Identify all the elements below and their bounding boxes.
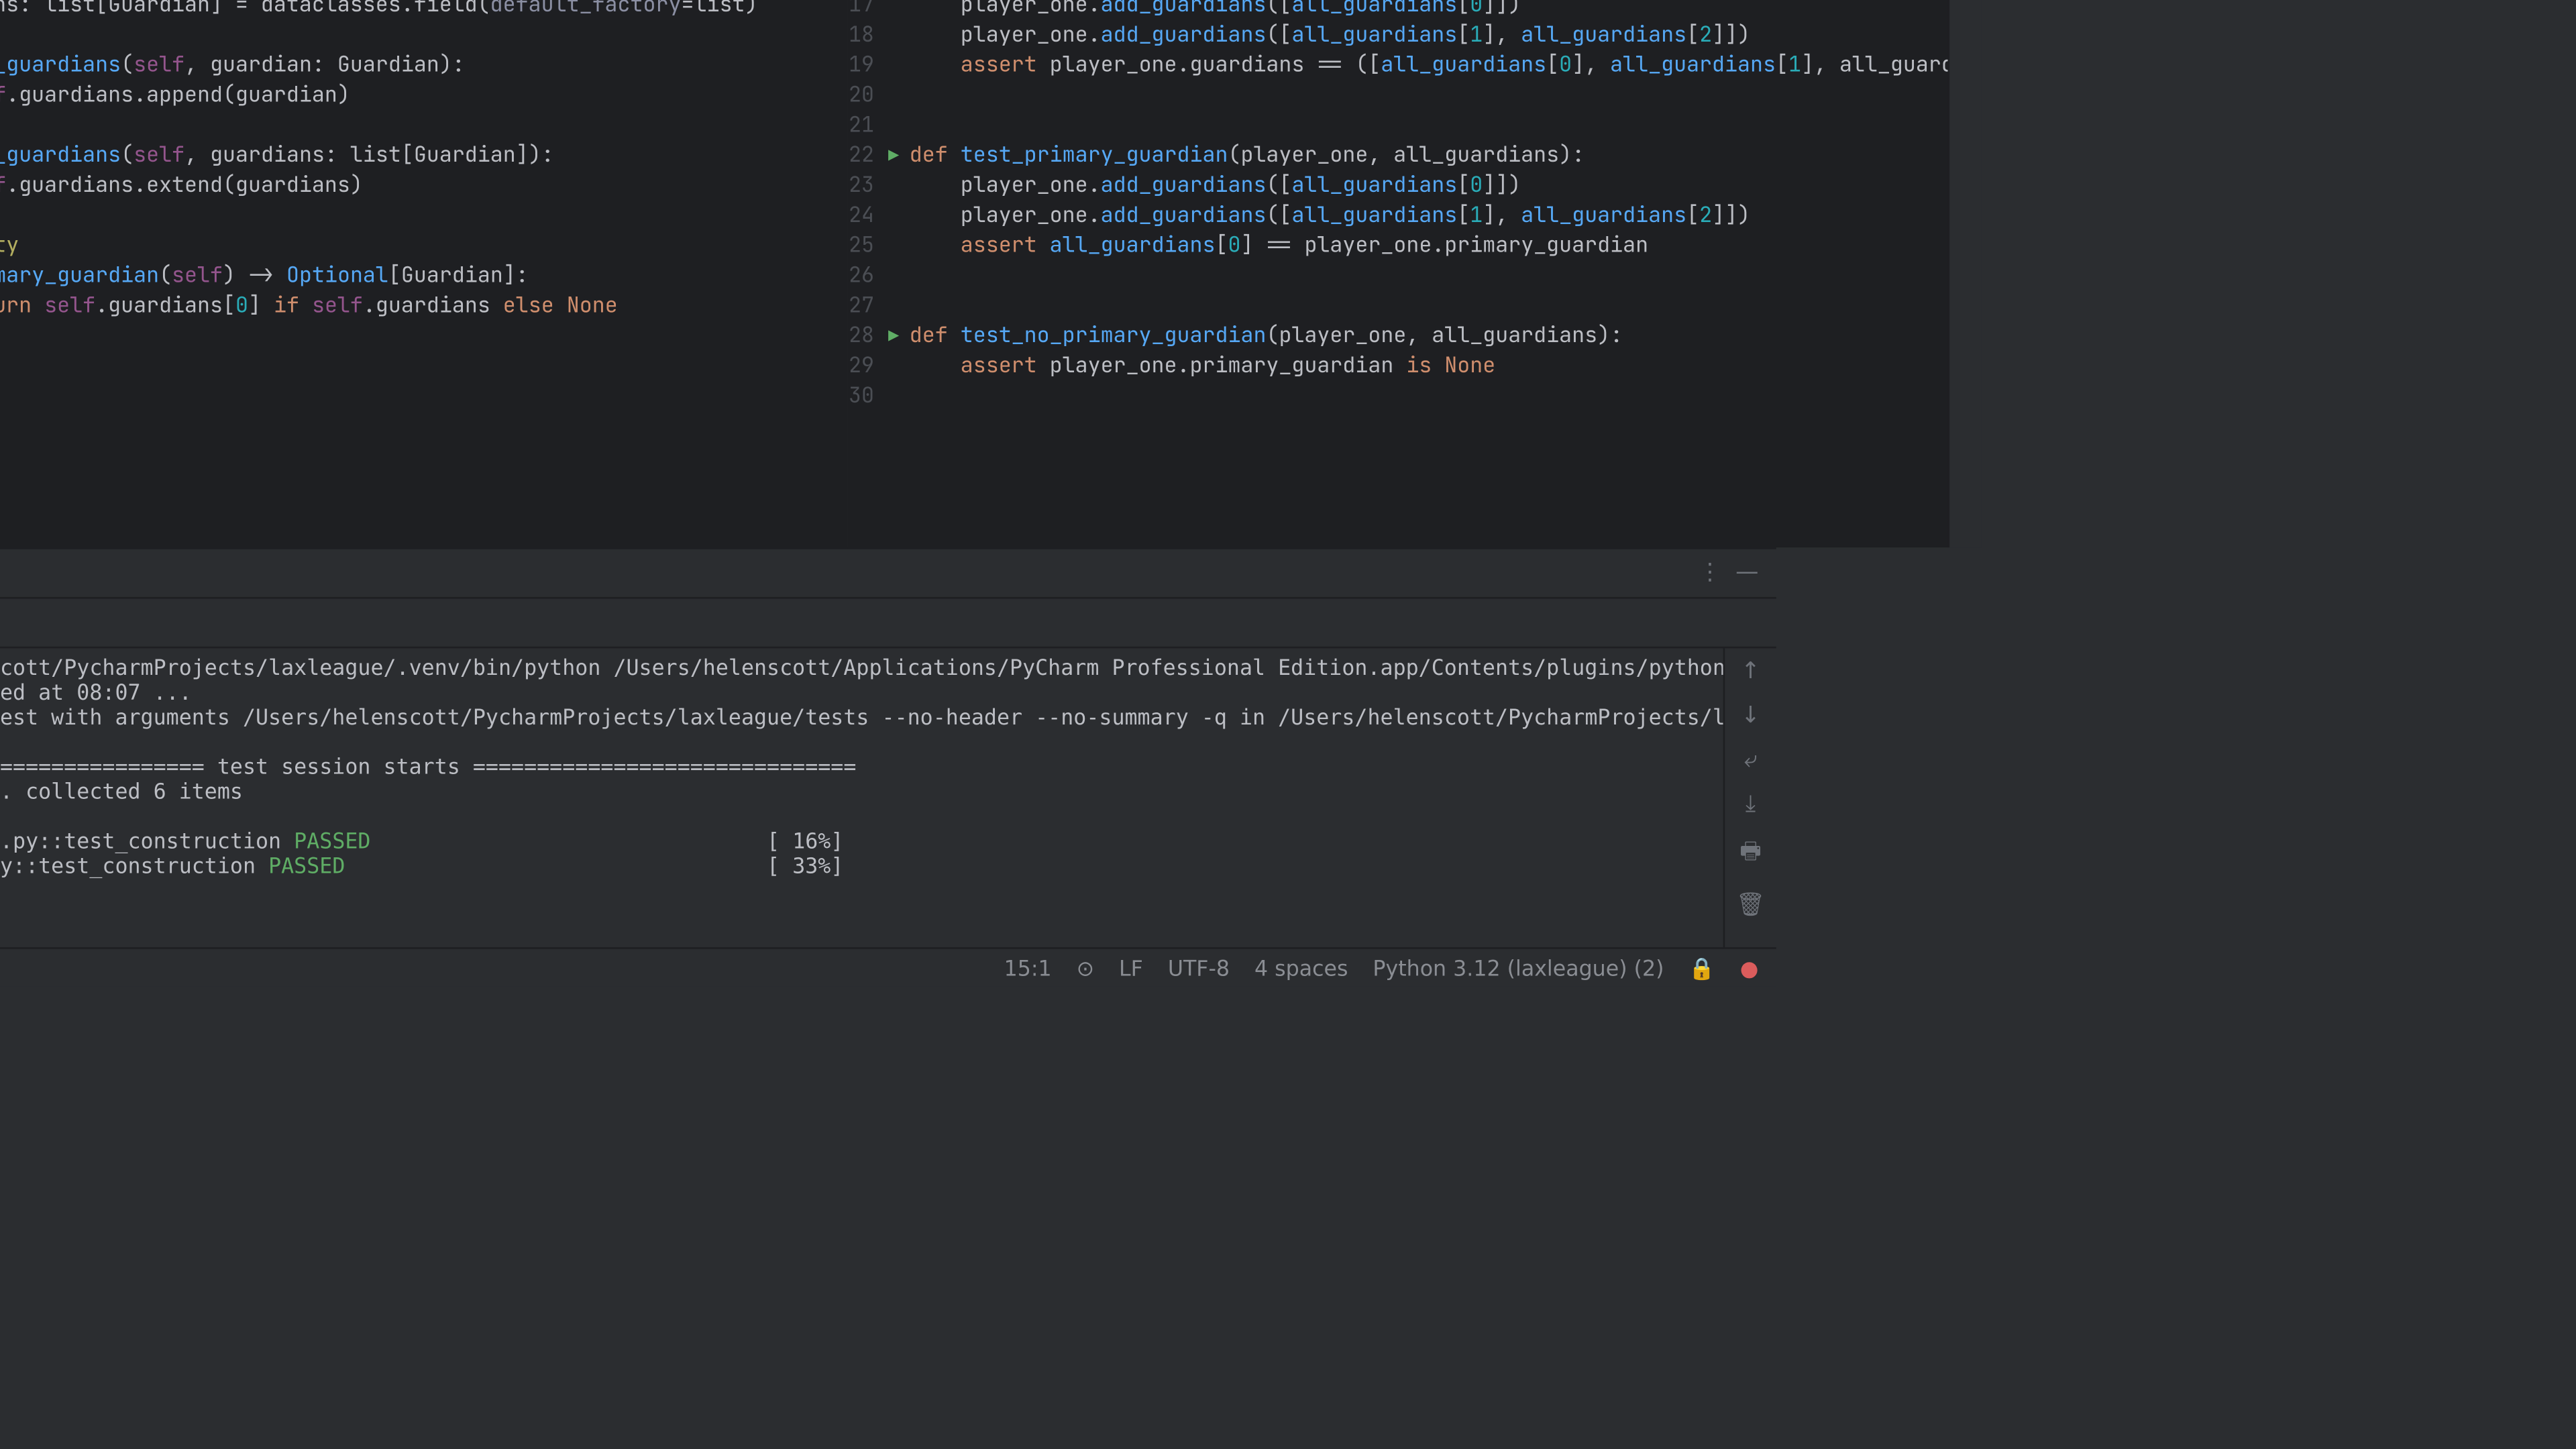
line-ending-icon[interactable]: ⊙ xyxy=(1077,955,1095,980)
up-icon[interactable]: ↑ xyxy=(1741,659,1760,686)
code-editor[interactable]: def test_construction(player_one): asser… xyxy=(899,0,1948,547)
caret-position[interactable]: 15:1 xyxy=(1004,955,1052,980)
encoding[interactable]: UTF-8 xyxy=(1168,955,1230,980)
console-output[interactable]: /Users/helenscott/PycharmProjects/laxlea… xyxy=(0,648,1723,947)
soft-wrap-icon[interactable]: ⤶ xyxy=(1744,747,1757,774)
indent[interactable]: 4 spaces xyxy=(1254,955,1348,980)
print-icon[interactable]: 🖶 xyxy=(1739,836,1761,875)
editor-right: ●test_player.py× ●conftest.py ●test_guar… xyxy=(849,0,1948,547)
right-tool-rail xyxy=(1948,0,1982,547)
run-tool-window: Run pytest in tests ⋮ — ▶ ↻ ■ ☰ ⎚ ✓ ⊘ ↕ … xyxy=(0,547,1776,947)
status-bar: ▢ laxleague› tests› ●test_player.py 15:1… xyxy=(0,947,1776,986)
error-badge[interactable]: ● xyxy=(1740,955,1759,980)
line-ending[interactable]: LF xyxy=(1119,955,1143,980)
interpreter[interactable]: Python 3.12 (laxleague) (2) xyxy=(1373,955,1664,980)
down-icon[interactable]: ↓ xyxy=(1741,703,1760,730)
scroll-end-icon[interactable]: ⤓ xyxy=(1746,792,1756,818)
editor-left: ●player.py× ●guardian.py ⋮ ✓ 12345678910… xyxy=(0,0,849,547)
more-icon[interactable]: ⋮ xyxy=(1699,560,1721,587)
minimize-icon[interactable]: — xyxy=(1735,560,1758,587)
clear-icon[interactable]: 🗑 xyxy=(1736,892,1766,919)
lock-icon[interactable]: 🔒 xyxy=(1688,955,1715,980)
code-editor[interactable]: import dataclassesfrom typing import Opt… xyxy=(0,0,847,547)
